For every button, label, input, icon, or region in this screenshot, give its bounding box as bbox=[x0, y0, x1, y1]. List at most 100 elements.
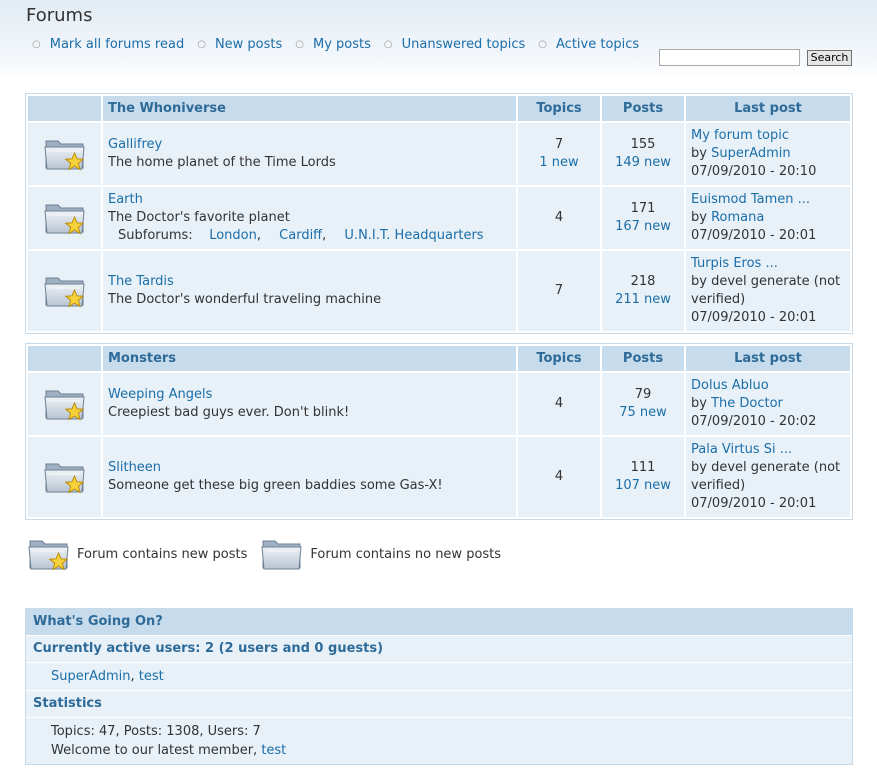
topics-column-header: Topics bbox=[518, 346, 600, 371]
mark-all-read-link[interactable]: Mark all forums read bbox=[50, 37, 184, 52]
nav-item-mark-read: ○ Mark all forums read bbox=[32, 37, 184, 52]
bullet-icon: ○ bbox=[383, 39, 393, 50]
active-topics-link[interactable]: Active topics bbox=[556, 37, 639, 52]
page-title: Forums bbox=[26, 5, 93, 26]
forum-name-link[interactable]: The Tardis bbox=[108, 274, 174, 289]
new-posts-count-link[interactable]: 167 new bbox=[615, 219, 671, 234]
subforum-link-london[interactable]: London bbox=[209, 228, 257, 243]
legend-none-label: Forum contains no new posts bbox=[310, 546, 502, 562]
forum-name-link[interactable]: Earth bbox=[108, 192, 143, 207]
container-title-link[interactable]: The Whoniverse bbox=[108, 101, 226, 116]
new-topics-link[interactable]: 1 new bbox=[539, 155, 578, 170]
latest-member-link[interactable]: test bbox=[261, 743, 286, 758]
last-post-user-link[interactable]: The Doctor bbox=[711, 396, 783, 411]
forum-legend: Forum contains new posts Forum contains … bbox=[26, 535, 513, 573]
forum-name-link[interactable]: Gallifrey bbox=[108, 137, 162, 152]
folder-star-icon bbox=[26, 535, 72, 570]
new-posts-count-link[interactable]: 107 new bbox=[615, 478, 671, 493]
forum-row: Gallifrey The home planet of the Time Lo… bbox=[28, 123, 850, 185]
forum-description: Someone get these big green baddies some… bbox=[108, 478, 443, 493]
last-post-title-link[interactable]: Pala Virtus Si ... bbox=[691, 442, 792, 457]
forum-row: Slitheen Someone get these big green bad… bbox=[28, 437, 850, 517]
container-title-link[interactable]: Monsters bbox=[108, 351, 176, 366]
last-post-by: by bbox=[691, 396, 712, 411]
last-post-title-link[interactable]: Euismod Tamen ... bbox=[691, 192, 810, 207]
last-post-date: 07/09/2010 - 20:10 bbox=[691, 164, 817, 179]
welcome-text: Welcome to our latest member, bbox=[51, 743, 262, 758]
posts-count: 111 bbox=[630, 460, 656, 475]
active-users-heading: Currently active users: 2 (2 users and 0… bbox=[26, 636, 852, 663]
topics-count: 4 bbox=[554, 210, 564, 225]
last-post-by: by devel generate (not verified) bbox=[691, 274, 841, 307]
folder-star-icon bbox=[43, 272, 87, 307]
search-input[interactable] bbox=[659, 49, 800, 66]
forum-container-monsters: Monsters Topics Posts Last post Weeping … bbox=[25, 343, 853, 520]
nav-item-new-posts: ○ New posts bbox=[197, 37, 282, 52]
subforum-link-cardiff[interactable]: Cardiff bbox=[279, 228, 322, 243]
posts-count: 171 bbox=[630, 201, 656, 216]
bullet-icon: ○ bbox=[295, 39, 305, 50]
active-users-list: SuperAdmin, test bbox=[26, 663, 852, 691]
bullet-icon: ○ bbox=[197, 39, 206, 50]
forum-container-whoniverse: The Whoniverse Topics Posts Last post Ga… bbox=[25, 93, 853, 334]
last-post-by: by bbox=[691, 146, 712, 161]
topics-count: 4 bbox=[554, 469, 564, 484]
topics-count: 7 bbox=[554, 283, 564, 298]
new-posts-link[interactable]: New posts bbox=[215, 37, 282, 52]
legend-item-none: Forum contains no new posts bbox=[259, 535, 501, 573]
search-button[interactable]: Search bbox=[807, 50, 852, 66]
new-posts-count-link[interactable]: 211 new bbox=[615, 292, 671, 307]
new-posts-count-link[interactable]: 75 new bbox=[619, 405, 667, 420]
forum-row: Weeping Angels Creepiest bad guys ever. … bbox=[28, 373, 850, 435]
forum-name-link[interactable]: Weeping Angels bbox=[108, 387, 212, 402]
nav-item-active: ○ Active topics bbox=[538, 37, 639, 52]
last-post-user-link[interactable]: Romana bbox=[711, 210, 764, 225]
statistics-heading: Statistics bbox=[26, 691, 852, 718]
posts-count: 155 bbox=[630, 137, 656, 152]
forum-name-link[interactable]: Slitheen bbox=[108, 460, 161, 475]
last-post-date: 07/09/2010 - 20:02 bbox=[691, 414, 817, 429]
forum-description: The Doctor's wonderful traveling machine bbox=[108, 292, 382, 307]
last-post-column-header: Last post bbox=[686, 346, 850, 371]
posts-count: 79 bbox=[634, 387, 652, 402]
last-post-date: 07/09/2010 - 20:01 bbox=[691, 310, 817, 325]
last-post-column-header: Last post bbox=[686, 96, 850, 121]
legend-item-new: Forum contains new posts bbox=[26, 535, 247, 573]
subforums-label: Subforums: bbox=[118, 228, 193, 243]
last-post-by: by bbox=[691, 210, 712, 225]
new-posts-count-link[interactable]: 149 new bbox=[615, 155, 671, 170]
nav-item-my-posts: ○ My posts bbox=[295, 37, 371, 52]
last-post-title-link[interactable]: Dolus Abluo bbox=[691, 378, 769, 393]
folder-star-icon bbox=[43, 135, 87, 170]
active-user-link[interactable]: test bbox=[139, 669, 164, 684]
posts-column-header: Posts bbox=[602, 96, 684, 121]
forum-nav: ○ Mark all forums read ○ New posts ○ My pos… bbox=[32, 37, 652, 52]
icon-column-header bbox=[28, 346, 101, 371]
posts-column-header: Posts bbox=[602, 346, 684, 371]
nav-item-unanswered: ○ Unanswered topics bbox=[384, 37, 525, 52]
legend-new-label: Forum contains new posts bbox=[77, 546, 248, 562]
last-post-title-link[interactable]: Turpis Eros ... bbox=[691, 256, 778, 271]
unanswered-topics-link[interactable]: Unanswered topics bbox=[402, 37, 526, 52]
last-post-title-link[interactable]: My forum topic bbox=[691, 128, 789, 143]
whats-going-on-block: What's Going On? Currently active users:… bbox=[25, 608, 853, 765]
container-title: Monsters bbox=[103, 346, 516, 371]
forum-description: The home planet of the Time Lords bbox=[108, 155, 336, 170]
statistics-body: Topics: 47, Posts: 1308, Users: 7 Welcom… bbox=[26, 718, 852, 764]
forum-row: Earth The Doctor's favorite planet Subfo… bbox=[28, 187, 850, 249]
topics-column-header: Topics bbox=[518, 96, 600, 121]
whats-going-on-title: What's Going On? bbox=[26, 609, 852, 636]
icon-column-header bbox=[28, 96, 101, 121]
my-posts-link[interactable]: My posts bbox=[313, 37, 371, 52]
bullet-icon: ○ bbox=[32, 39, 41, 50]
container-title: The Whoniverse bbox=[103, 96, 516, 121]
topics-count: 7 bbox=[554, 137, 564, 152]
active-user-link[interactable]: SuperAdmin bbox=[51, 669, 131, 684]
subforum-link-unit-hq[interactable]: U.N.I.T. Headquarters bbox=[344, 228, 483, 243]
posts-count: 218 bbox=[630, 274, 656, 289]
subforums-list: Subforums: London, Cardiff, U.N.I.T. Hea… bbox=[118, 228, 484, 243]
folder-star-icon bbox=[43, 385, 87, 420]
last-post-user-link[interactable]: SuperAdmin bbox=[711, 146, 791, 161]
folder-star-icon bbox=[43, 458, 87, 493]
folder-star-icon bbox=[43, 199, 87, 234]
